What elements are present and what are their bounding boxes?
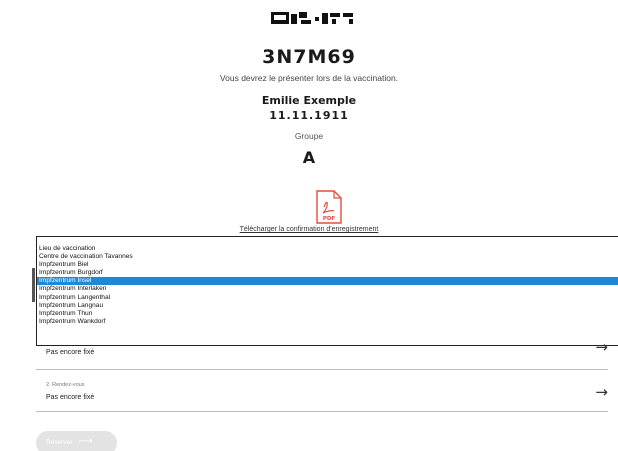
select-edge [32, 268, 35, 302]
code-hint: Vous devrez le présenter lors de la vacc… [219, 73, 399, 83]
dropdown-option[interactable]: Impfzentrum Langenthal [37, 294, 618, 302]
download-confirmation-link[interactable]: Télécharger la confirmation d'enregistre… [0, 226, 618, 233]
appointment-2-value: Pas encore fixé [46, 394, 95, 401]
qr-code-strip [271, 12, 353, 24]
arrow-right-icon[interactable]: → [595, 338, 608, 356]
appointment-2-row[interactable]: 2. Rendez-vous Pas encore fixé → [36, 380, 608, 412]
date-of-birth: 11.11.1911 [269, 109, 349, 122]
arrow-right-icon[interactable]: → [595, 383, 608, 401]
dropdown-option[interactable]: Impfzentrum Burgdorf [37, 269, 618, 277]
dropdown-option[interactable]: Centre de vaccination Tavannes [37, 253, 618, 261]
dropdown-option[interactable]: Impfzentrum Thun [37, 310, 618, 318]
appointment-2-label: 2. Rendez-vous [46, 382, 85, 388]
appointment-1-value: Pas encore fixé [46, 349, 95, 356]
dropdown-option[interactable]: Impfzentrum Interlaken [37, 285, 618, 293]
dropdown-option[interactable]: Impfzentrum Wankdorf [37, 318, 618, 326]
reserve-button[interactable]: Réserver ⟶ [36, 431, 117, 451]
dropdown-option-selected[interactable]: Impfzentrum Insel [37, 277, 618, 286]
dropdown-option[interactable]: Lieu de vaccination [37, 245, 618, 253]
reserve-button-label: Réserver [46, 439, 73, 446]
pdf-icon-text: PDF [323, 216, 336, 222]
person-name: Emilie Exemple [261, 94, 357, 107]
vaccination-site-dropdown[interactable]: Lieu de vaccination Centre de vaccinatio… [36, 236, 618, 346]
appointment-1-row[interactable]: Pas encore fixé → [36, 338, 608, 370]
group-label: Groupe [294, 131, 324, 141]
dropdown-option[interactable]: Impfzentrum Biel [37, 261, 618, 269]
dropdown-option[interactable]: Impfzentrum Langnau [37, 302, 618, 310]
group-value: A [302, 148, 316, 167]
pdf-file-icon[interactable]: PDF [315, 190, 343, 224]
arrow-right-icon: ⟶ [78, 436, 93, 447]
appointment-code: 3N7M69 [262, 46, 356, 68]
